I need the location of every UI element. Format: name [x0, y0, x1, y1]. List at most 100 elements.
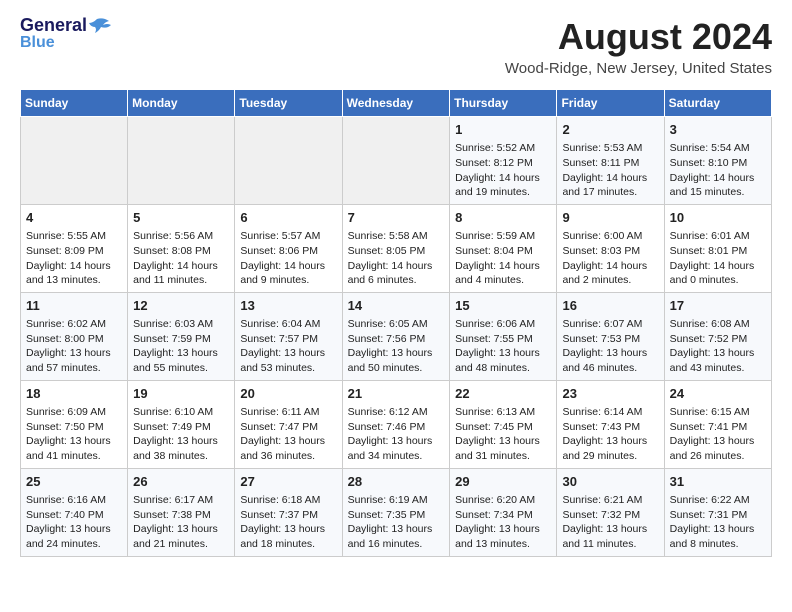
day-number: 22 [455, 385, 551, 403]
calendar-cell: 12 Sunrise: 6:03 AMSunset: 7:59 PMDayligh… [128, 292, 235, 380]
calendar-cell: 25Sunrise: 6:16 AMSunset: 7:40 PMDayligh… [21, 468, 128, 556]
day-info: Daylight: 13 hours [133, 346, 229, 361]
day-info: Sunrise: 6:09 AM [26, 405, 122, 420]
day-number: 6 [240, 209, 336, 227]
day-info: and 36 minutes. [240, 449, 336, 464]
day-info: Sunrise: 6:15 AM [670, 405, 766, 420]
calendar-cell: 16Sunrise: 6:07 AMSunset: 7:53 PMDayligh… [557, 292, 664, 380]
day-info: Sunset: 7:46 PM [348, 420, 445, 435]
day-number: 4 [26, 209, 122, 227]
calendar-cell: 22Sunrise: 6:13 AMSunset: 7:45 PMDayligh… [450, 380, 557, 468]
day-info: and 9 minutes. [240, 273, 336, 288]
day-info: Sunrise: 6:13 AM [455, 405, 551, 420]
day-number: 17 [670, 297, 766, 315]
column-header-friday: Friday [557, 90, 664, 117]
day-info: Daylight: 14 hours [562, 259, 658, 274]
day-info: Sunset: 7:31 PM [670, 508, 766, 523]
day-info: Sunset: 8:05 PM [348, 244, 445, 259]
day-info: Daylight: 14 hours [240, 259, 336, 274]
day-info: and 18 minutes. [240, 537, 336, 552]
day-info: Daylight: 13 hours [348, 346, 445, 361]
calendar-cell: 31Sunrise: 6:22 AMSunset: 7:31 PMDayligh… [664, 468, 771, 556]
day-number: 20 [240, 385, 336, 403]
day-info: Daylight: 13 hours [455, 434, 551, 449]
day-info: Daylight: 13 hours [670, 346, 766, 361]
day-info: Daylight: 13 hours [348, 522, 445, 537]
calendar-cell: 7Sunrise: 5:58 AMSunset: 8:05 PMDaylight… [342, 204, 450, 292]
day-info: and 48 minutes. [455, 361, 551, 376]
day-info: Sunrise: 6:22 AM [670, 493, 766, 508]
calendar-cell: 9Sunrise: 6:00 AMSunset: 8:03 PMDaylight… [557, 204, 664, 292]
calendar-cell: 15Sunrise: 6:06 AMSunset: 7:55 PMDayligh… [450, 292, 557, 380]
day-info: and 17 minutes. [562, 185, 658, 200]
day-info: Sunset: 7:40 PM [26, 508, 122, 523]
day-info: Daylight: 13 hours [562, 434, 658, 449]
day-info: Sunrise: 6:03 AM [133, 317, 229, 332]
day-info: and 19 minutes. [455, 185, 551, 200]
day-number: 19 [133, 385, 229, 403]
day-number: 18 [26, 385, 122, 403]
calendar-cell: 24Sunrise: 6:15 AMSunset: 7:41 PMDayligh… [664, 380, 771, 468]
calendar-cell: 8 Sunrise: 5:59 AMSunset: 8:04 PMDaylight… [450, 204, 557, 292]
column-header-thursday: Thursday [450, 90, 557, 117]
day-info: and 0 minutes. [670, 273, 766, 288]
day-info: Daylight: 14 hours [670, 259, 766, 274]
day-number: 3 [670, 121, 766, 139]
day-info: Daylight: 13 hours [455, 346, 551, 361]
calendar-table: SundayMondayTuesdayWednesdayThursdayFrid… [20, 89, 772, 557]
calendar-cell: 29Sunrise: 6:20 AMSunset: 7:34 PMDayligh… [450, 468, 557, 556]
day-info: Daylight: 13 hours [562, 346, 658, 361]
day-info: Sunset: 7:56 PM [348, 332, 445, 347]
calendar-cell: 27Sunrise: 6:18 AMSunset: 7:37 PMDayligh… [235, 468, 342, 556]
column-header-sunday: Sunday [21, 90, 128, 117]
day-info: Sunrise: 6:12 AM [348, 405, 445, 420]
day-info: Sunrise: 6:14 AM [562, 405, 658, 420]
day-info: Sunset: 7:59 PM [133, 332, 229, 347]
day-info: Sunrise: 6:06 AM [455, 317, 551, 332]
day-number: 8 [455, 209, 551, 227]
calendar-header-row: SundayMondayTuesdayWednesdayThursdayFrid… [21, 90, 772, 117]
day-info: and 43 minutes. [670, 361, 766, 376]
day-info: and 13 minutes. [26, 273, 122, 288]
calendar-week-2: 4Sunrise: 5:55 AMSunset: 8:09 PMDaylight… [21, 204, 772, 292]
day-info: Sunrise: 5:55 AM [26, 229, 122, 244]
day-info: Sunset: 8:04 PM [455, 244, 551, 259]
day-info: Sunrise: 5:59 AM [455, 229, 551, 244]
calendar-cell: 13Sunrise: 6:04 AMSunset: 7:57 PMDayligh… [235, 292, 342, 380]
day-info: Daylight: 14 hours [455, 259, 551, 274]
calendar-cell: 10Sunrise: 6:01 AMSunset: 8:01 PMDayligh… [664, 204, 771, 292]
day-info: and 31 minutes. [455, 449, 551, 464]
column-header-saturday: Saturday [664, 90, 771, 117]
day-info: Sunset: 7:34 PM [455, 508, 551, 523]
calendar-cell [128, 117, 235, 205]
day-info: Sunset: 7:53 PM [562, 332, 658, 347]
calendar-cell [342, 117, 450, 205]
day-info: and 53 minutes. [240, 361, 336, 376]
day-info: Daylight: 13 hours [133, 434, 229, 449]
calendar-week-3: 11Sunrise: 6:02 AMSunset: 8:00 PMDayligh… [21, 292, 772, 380]
day-info: Daylight: 14 hours [455, 171, 551, 186]
day-number: 12 [133, 297, 229, 315]
main-title: August 2024 [505, 16, 772, 58]
day-number: 15 [455, 297, 551, 315]
day-info: Daylight: 13 hours [26, 434, 122, 449]
day-info: Sunset: 7:38 PM [133, 508, 229, 523]
day-info: Daylight: 13 hours [133, 522, 229, 537]
day-info: Daylight: 13 hours [562, 522, 658, 537]
day-info: Daylight: 13 hours [26, 346, 122, 361]
day-info: and 55 minutes. [133, 361, 229, 376]
day-info: Daylight: 13 hours [455, 522, 551, 537]
day-number: 13 [240, 297, 336, 315]
day-info: Sunset: 7:49 PM [133, 420, 229, 435]
day-info: Sunrise: 6:08 AM [670, 317, 766, 332]
day-info: and 13 minutes. [455, 537, 551, 552]
day-info: Sunset: 7:41 PM [670, 420, 766, 435]
day-info: Sunset: 8:10 PM [670, 156, 766, 171]
calendar-cell: 19Sunrise: 6:10 AMSunset: 7:49 PMDayligh… [128, 380, 235, 468]
day-info: Sunset: 7:37 PM [240, 508, 336, 523]
calendar-cell: 5Sunrise: 5:56 AMSunset: 8:08 PMDaylight… [128, 204, 235, 292]
day-info: Sunset: 8:03 PM [562, 244, 658, 259]
day-number: 21 [348, 385, 445, 403]
day-info: Daylight: 14 hours [26, 259, 122, 274]
day-info: and 4 minutes. [455, 273, 551, 288]
